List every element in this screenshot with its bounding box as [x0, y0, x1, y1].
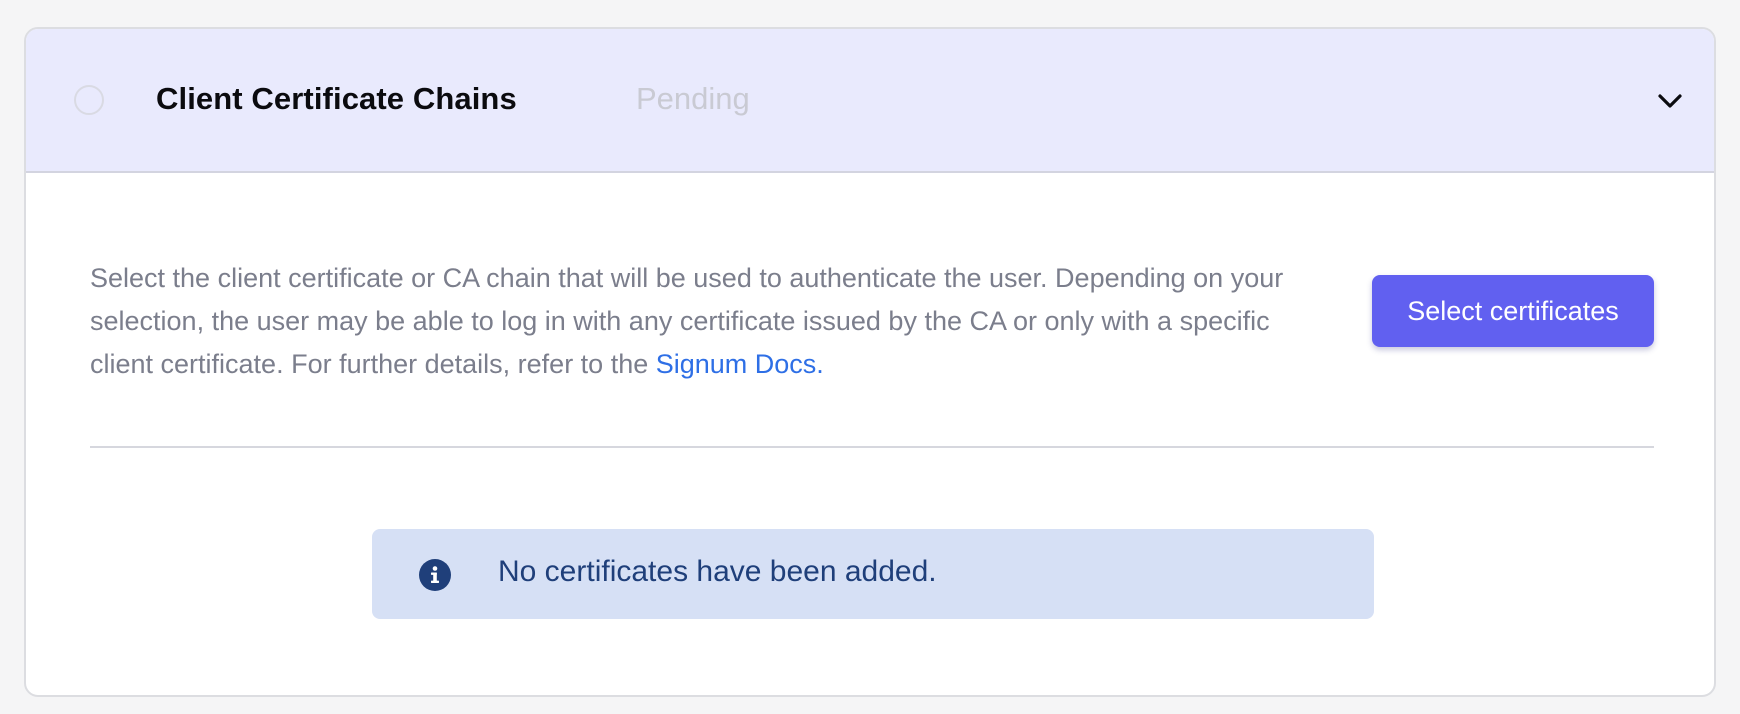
info-icon — [419, 559, 451, 591]
empty-state-banner: No certificates have been added. — [372, 529, 1374, 619]
status-label: Pending — [636, 81, 750, 116]
chevron-down-icon — [1658, 94, 1682, 108]
expand-toggle[interactable] — [1648, 79, 1692, 123]
signum-docs-link[interactable]: Signum Docs. — [656, 349, 824, 379]
select-certificates-button[interactable]: Select certificates — [1372, 275, 1654, 347]
empty-state-message: No certificates have been added. — [498, 555, 937, 588]
section-divider — [90, 446, 1654, 448]
description-text: Select the client certificate or CA chai… — [90, 257, 1290, 386]
panel-title: Client Certificate Chains — [156, 81, 517, 116]
status-indicator-circle — [74, 85, 104, 115]
panel-header[interactable]: Client Certificate Chains Pending — [26, 29, 1714, 173]
client-certificate-chains-panel: Client Certificate Chains Pending Select… — [24, 27, 1716, 697]
